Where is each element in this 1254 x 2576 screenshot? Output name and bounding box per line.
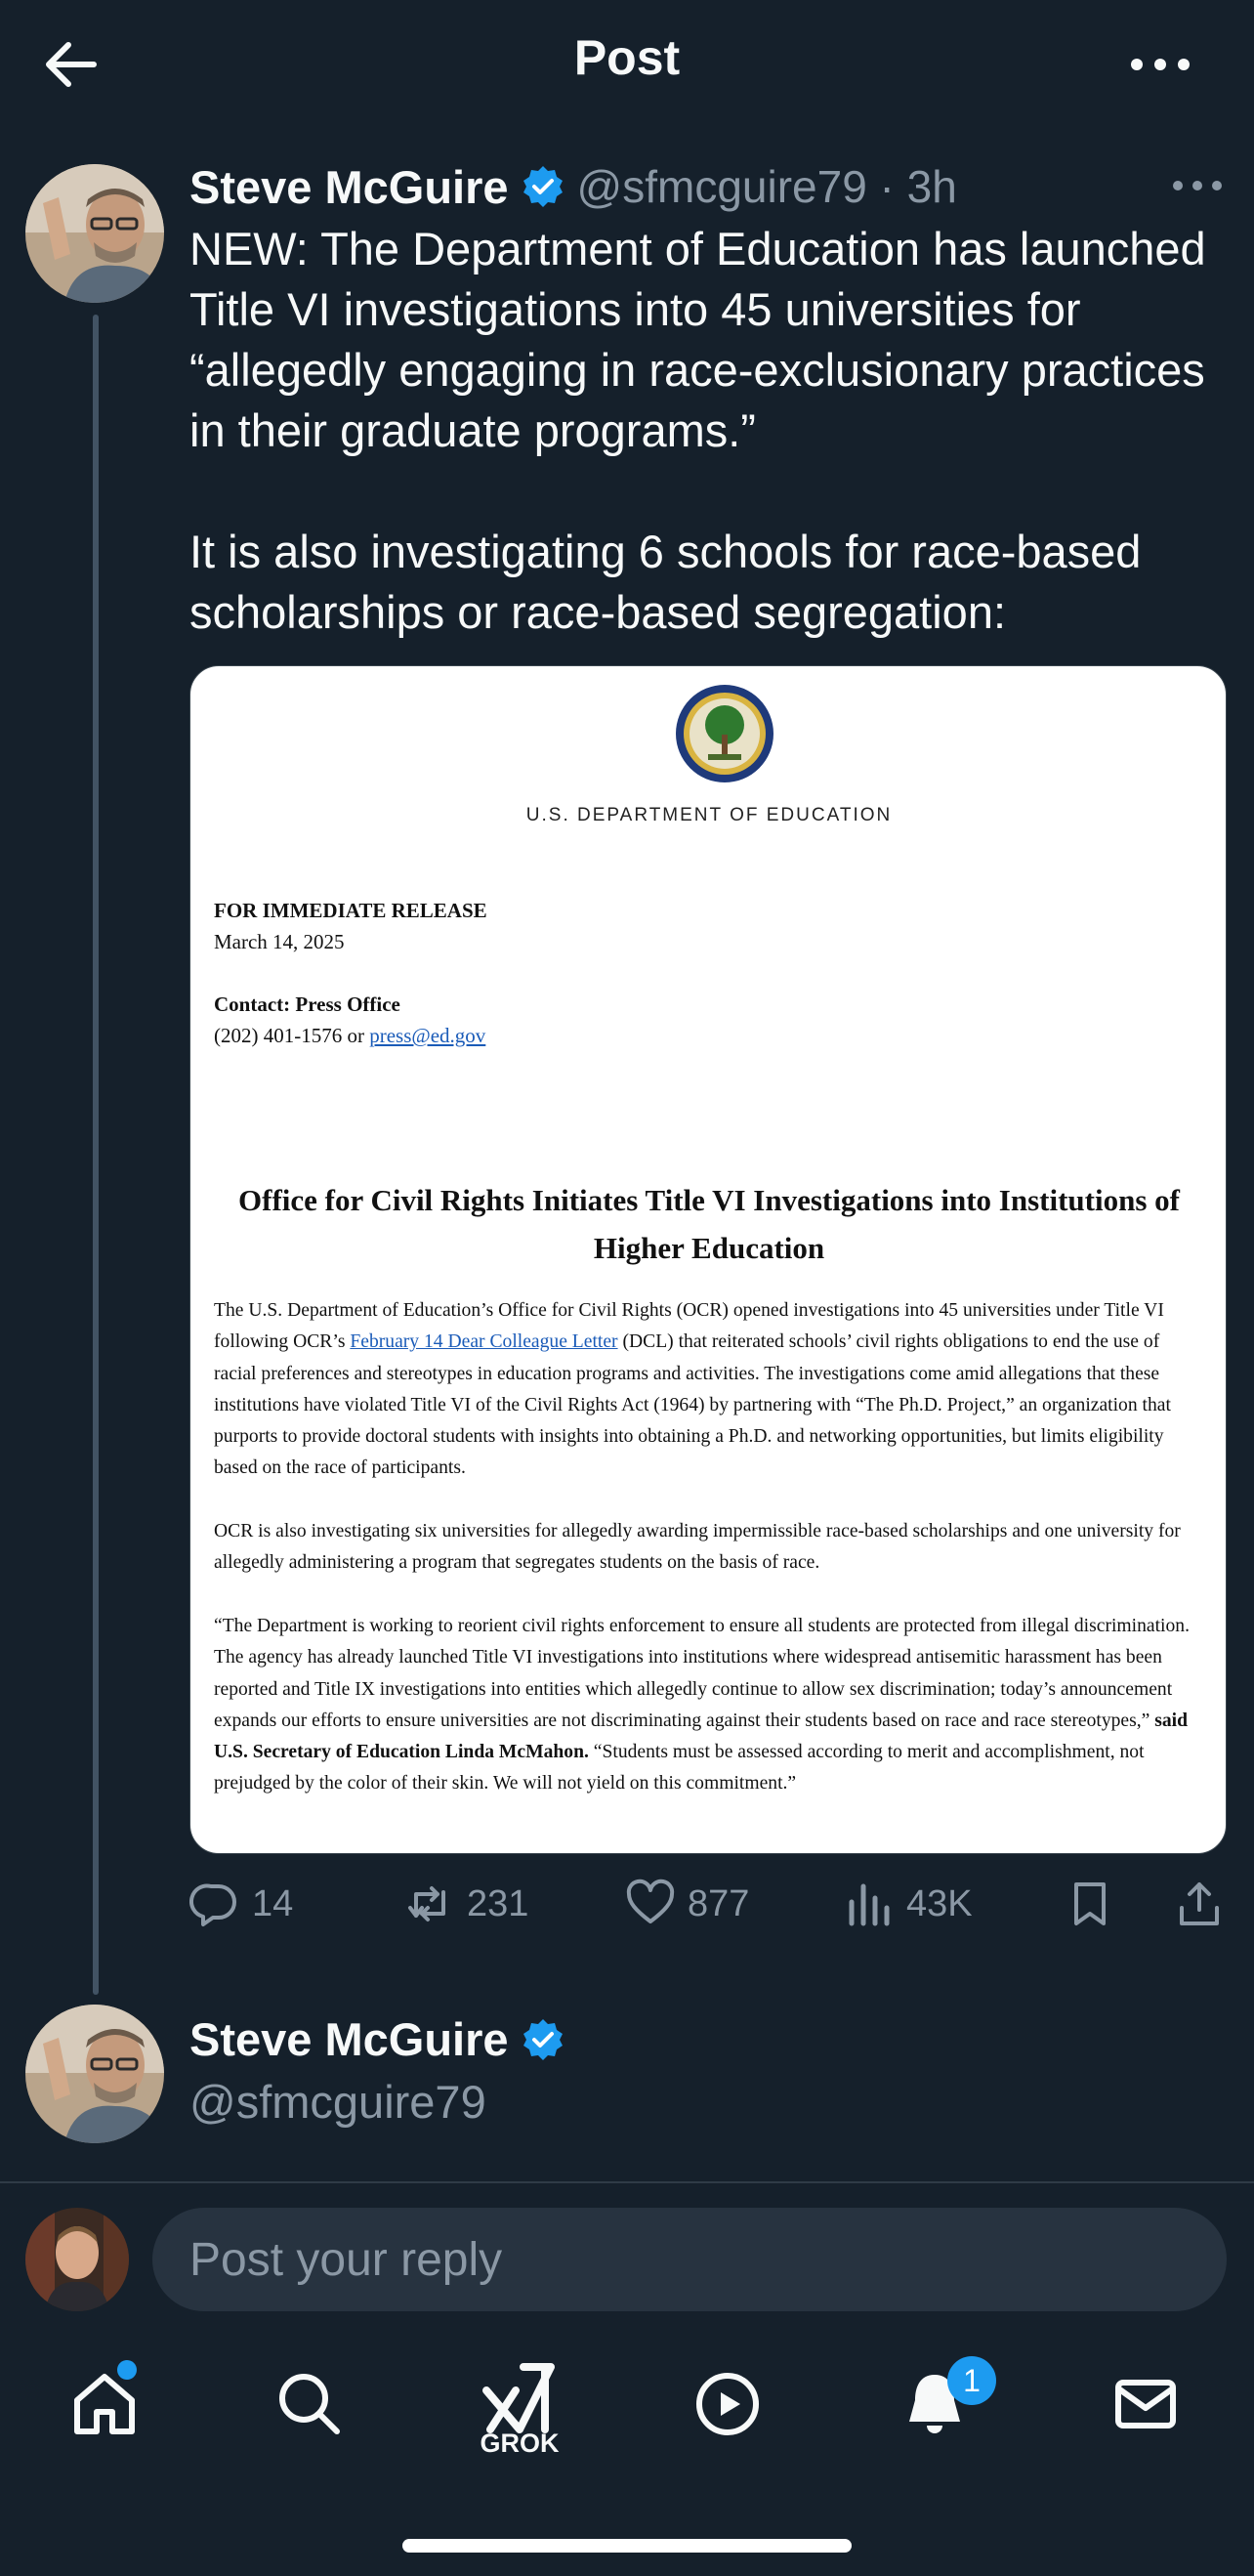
divider — [0, 2181, 1254, 2183]
repost-button[interactable]: 231 — [404, 1870, 528, 1938]
heart-icon — [626, 1879, 675, 1923]
thread-connector — [93, 315, 99, 1995]
like-button[interactable]: 877 — [625, 1870, 749, 1938]
my-avatar[interactable] — [25, 2208, 129, 2311]
grok-label: GROK — [480, 2428, 560, 2458]
tweet-text: NEW: The Department of Education has lau… — [189, 223, 1206, 638]
reply-placeholder: Post your reply — [189, 2233, 503, 2286]
author-row: Steve McGuire @sfmcguire79 · 3h — [189, 154, 957, 219]
views-button[interactable]: 43K — [844, 1870, 973, 1938]
reply-button[interactable]: 14 — [189, 1870, 293, 1938]
repost-icon — [408, 1886, 445, 1921]
verified-badge-icon — [521, 2017, 565, 2062]
dcl-link: February 14 Dear Colleague Letter — [350, 1331, 618, 1353]
bookmark-button[interactable] — [1065, 1870, 1127, 1938]
like-count: 877 — [688, 1882, 750, 1924]
home-icon — [74, 2374, 135, 2434]
mail-icon — [1115, 2380, 1176, 2428]
author-avatar[interactable] — [25, 164, 164, 303]
contact-phone: (202) 401-1576 or — [214, 1024, 364, 1047]
reply-input[interactable]: Post your reply — [152, 2208, 1227, 2311]
page-title: Post — [573, 30, 681, 85]
repost-count: 231 — [467, 1882, 529, 1924]
analytics-icon — [849, 1883, 890, 1926]
reply-author-row: Steve McGuire — [189, 2012, 577, 2066]
reply-author-handle: @sfmcguire79 — [189, 2076, 486, 2128]
attached-document-image[interactable]: U.S. DEPARTMENT OF EDUCATION FOR IMMEDIA… — [189, 665, 1227, 1854]
nav-search[interactable] — [266, 2360, 354, 2448]
document-title: Office for Civil Rights Initiates Title … — [238, 1183, 1180, 1265]
grok-icon — [482, 2363, 555, 2433]
top-bar: Post — [0, 0, 1254, 131]
p1-text-b: (DCL) that reiterated schools’ civil rig… — [214, 1331, 1171, 1479]
share-button[interactable] — [1174, 1870, 1236, 1938]
author-name[interactable]: Steve McGuire — [189, 160, 509, 214]
home-indicator — [402, 2539, 852, 2553]
release-date: March 14, 2025 — [214, 930, 345, 953]
release-label: FOR IMMEDIATE RELEASE — [214, 899, 487, 922]
tweet-actions: 14 231 877 43K — [189, 1870, 1227, 1938]
verified-badge-icon — [521, 164, 565, 209]
tweet-more-icon[interactable] — [1168, 164, 1227, 207]
department-seal-icon — [675, 684, 774, 783]
view-count: 43K — [906, 1882, 973, 1924]
reply-author-name[interactable]: Steve McGuire — [189, 2012, 509, 2066]
contact-label: Contact: Press Office — [214, 992, 400, 1016]
home-notification-dot — [117, 2360, 137, 2380]
share-icon — [1180, 1882, 1219, 1925]
bookmark-icon — [1074, 1882, 1106, 1925]
document-paragraph-2: OCR is also investigating six universiti… — [214, 1521, 1181, 1574]
more-options-icon[interactable] — [1123, 33, 1197, 96]
document-paragraph-3: “The Department is working to reorient c… — [214, 1611, 1204, 1800]
document-paragraph-1: The U.S. Department of Education’s Offic… — [214, 1295, 1204, 1485]
contact-line: (202) 401-1576 or press@ed.gov — [214, 1024, 485, 1048]
play-circle-icon — [696, 2373, 759, 2435]
nav-video[interactable] — [684, 2360, 772, 2448]
reply-icon — [189, 1883, 236, 1926]
contact-email-link: press@ed.gov — [369, 1024, 486, 1047]
p3-text-a: “The Department is working to reorient c… — [214, 1616, 1190, 1731]
nav-messages[interactable] — [1102, 2360, 1190, 2448]
reply-count: 14 — [252, 1882, 294, 1924]
search-icon — [279, 2374, 340, 2434]
notifications-badge: 1 — [947, 2356, 996, 2405]
department-name: U.S. DEPARTMENT OF EDUCATION — [525, 805, 893, 825]
reply-author-avatar[interactable] — [25, 2005, 164, 2143]
author-handle-time: @sfmcguire79 · 3h — [576, 161, 957, 212]
